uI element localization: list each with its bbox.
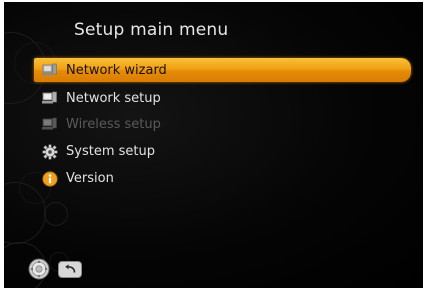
network-computer-icon: [42, 62, 58, 78]
menu-item-label: System setup: [66, 143, 155, 159]
menu-item-wireless-setup: Wireless setup: [34, 112, 411, 136]
menu-item-version[interactable]: Version: [34, 166, 411, 190]
menu-item-label: Network setup: [66, 90, 161, 106]
menu-item-label: Version: [66, 170, 114, 186]
info-icon: [42, 170, 58, 187]
back-icon: [58, 261, 82, 278]
page-title: Setup main menu: [74, 20, 229, 40]
network-computer-icon: [42, 116, 58, 132]
network-computer-icon: [42, 90, 58, 106]
menu-item-network-setup[interactable]: Network setup: [34, 86, 411, 110]
setup-menu-screen: Setup main menu Network wizard Network s…: [4, 2, 423, 288]
menu-item-label: Wireless setup: [66, 116, 161, 132]
gear-icon: [42, 143, 58, 160]
background-ring: [44, 202, 68, 226]
menu-item-label: Network wizard: [66, 62, 167, 78]
tv-screen-frame: Setup main menu Network wizard Network s…: [0, 0, 430, 293]
navigation-pad-icon: [28, 258, 50, 280]
menu-item-system-setup[interactable]: System setup: [34, 139, 411, 163]
menu-item-network-wizard[interactable]: Network wizard: [34, 58, 411, 82]
